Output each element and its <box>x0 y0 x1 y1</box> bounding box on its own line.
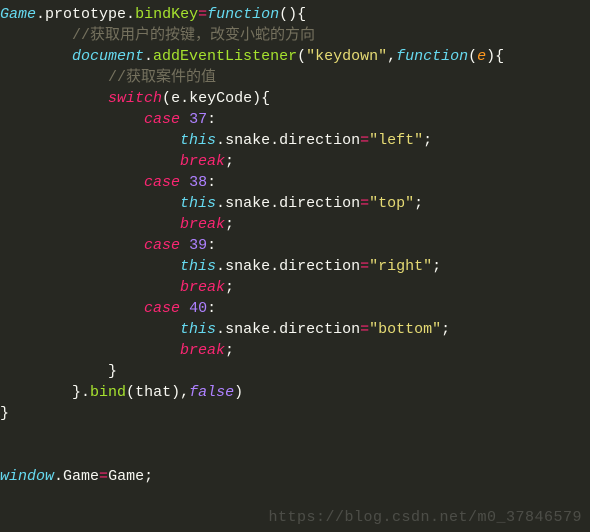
keyword-case: case <box>144 111 180 128</box>
ident-bindkey: bindKey <box>135 6 198 23</box>
number-38: 38 <box>189 174 207 191</box>
ident-snake: snake <box>225 195 270 212</box>
ident-document: document <box>72 48 144 65</box>
keyword-this: this <box>180 321 216 338</box>
string-right: "right" <box>369 258 432 275</box>
number-37: 37 <box>189 111 207 128</box>
keyword-break: break <box>180 342 225 359</box>
keyword-switch: switch <box>108 90 162 107</box>
string-top: "top" <box>369 195 414 212</box>
watermark: https://blog.csdn.net/m0_37846579 <box>268 509 582 526</box>
ident-bind: bind <box>90 384 126 401</box>
keyword-this: this <box>180 258 216 275</box>
keyword-function: function <box>396 48 468 65</box>
keyword-break: break <box>180 279 225 296</box>
ident-direction: direction <box>279 258 360 275</box>
ident-direction: direction <box>279 195 360 212</box>
ident-direction: direction <box>279 321 360 338</box>
number-39: 39 <box>189 237 207 254</box>
keyword-break: break <box>180 153 225 170</box>
param-e: e <box>477 48 486 65</box>
keyword-function: function <box>207 6 279 23</box>
comment-line: //获取用户的按键，改变小蛇的方向 <box>72 27 315 44</box>
ident-snake: snake <box>225 132 270 149</box>
ident-prototype: prototype <box>45 6 126 23</box>
keyword-this: this <box>180 195 216 212</box>
ident-window: window <box>0 468 54 485</box>
ident-snake: snake <box>225 321 270 338</box>
keyword-case: case <box>144 300 180 317</box>
keyword-break: break <box>180 216 225 233</box>
ident-keycode: keyCode <box>189 90 252 107</box>
keyword-this: this <box>180 132 216 149</box>
ident-direction: direction <box>279 132 360 149</box>
ident-game: Game <box>108 468 144 485</box>
keyword-case: case <box>144 237 180 254</box>
ident-that: that <box>135 384 171 401</box>
comment-line: //获取案件的值 <box>108 69 216 86</box>
keyword-case: case <box>144 174 180 191</box>
code-block: Game.prototype.bindKey=function(){ //获取用… <box>0 0 590 487</box>
string-keydown: "keydown" <box>306 48 387 65</box>
ident-game: Game <box>0 6 36 23</box>
string-bottom: "bottom" <box>369 321 441 338</box>
ident-addeventlistener: addEventListener <box>153 48 297 65</box>
ident-snake: snake <box>225 258 270 275</box>
number-40: 40 <box>189 300 207 317</box>
string-left: "left" <box>369 132 423 149</box>
keyword-false: false <box>189 384 234 401</box>
